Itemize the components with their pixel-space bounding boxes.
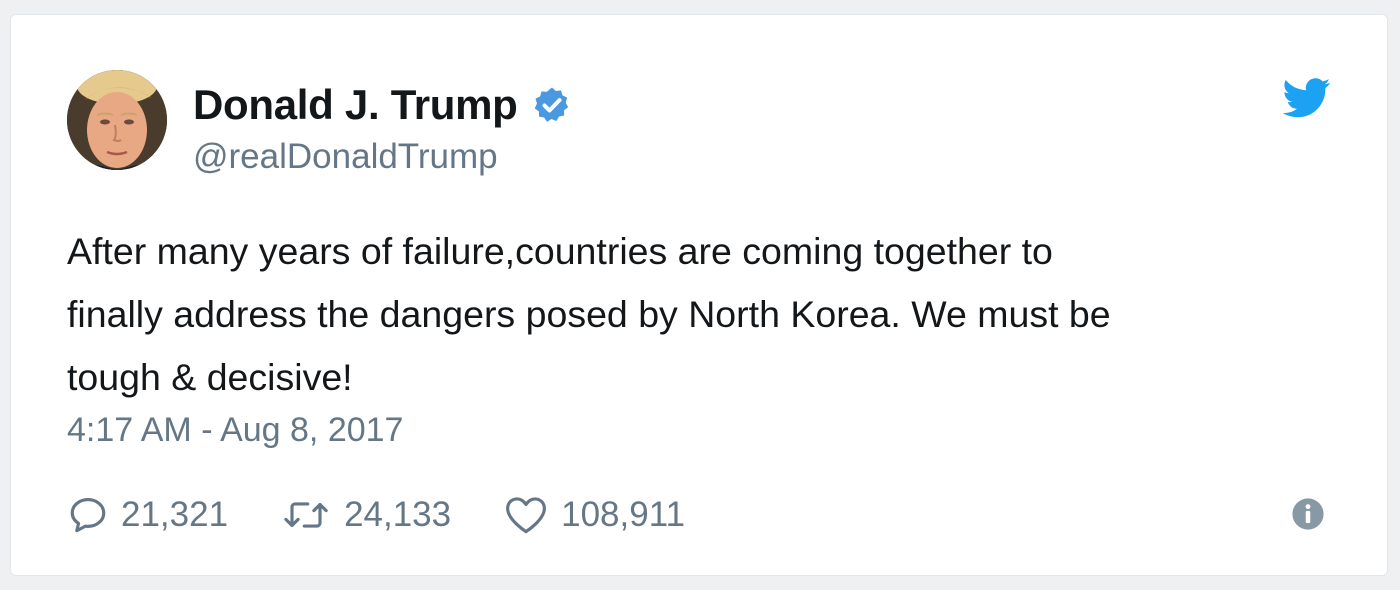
like-button[interactable]: 108,911: [503, 494, 685, 536]
retweet-count: 24,133: [344, 495, 452, 534]
tweet-timestamp[interactable]: 4:17 AM - Aug 8, 2017: [67, 411, 403, 450]
profile-photo: [67, 70, 167, 170]
verified-badge-icon: [534, 87, 568, 122]
author-name-row[interactable]: Donald J. Trump: [193, 77, 572, 133]
info-icon[interactable]: [1291, 497, 1325, 531]
avatar[interactable]: [67, 70, 167, 170]
tweet-text-line: finally address the dangers posed by Nor…: [67, 293, 1111, 335]
like-count: 108,911: [561, 495, 686, 534]
author-display-name[interactable]: Donald J. Trump: [193, 81, 518, 129]
tweet-text: After many years of failure,countries ar…: [67, 220, 1357, 409]
author-handle[interactable]: @realDonaldTrump: [193, 137, 498, 177]
reply-button[interactable]: 21,321: [67, 494, 228, 536]
reply-icon: [70, 498, 106, 533]
retweet-button[interactable]: 24,133: [280, 494, 451, 536]
retweet-icon: [284, 502, 328, 528]
reply-count: 21,321: [121, 495, 229, 534]
twitter-bird-icon[interactable]: [1283, 77, 1331, 119]
tweet-text-line: tough & decisive!: [67, 356, 353, 398]
tweet-text-line: After many years of failure,countries ar…: [67, 230, 1053, 272]
tweet-card: Donald J. Trump @realDonaldTrump After m…: [10, 14, 1388, 576]
heart-icon: [506, 497, 547, 534]
tweet-actions: 21,321 24,133 108,911: [67, 489, 737, 541]
